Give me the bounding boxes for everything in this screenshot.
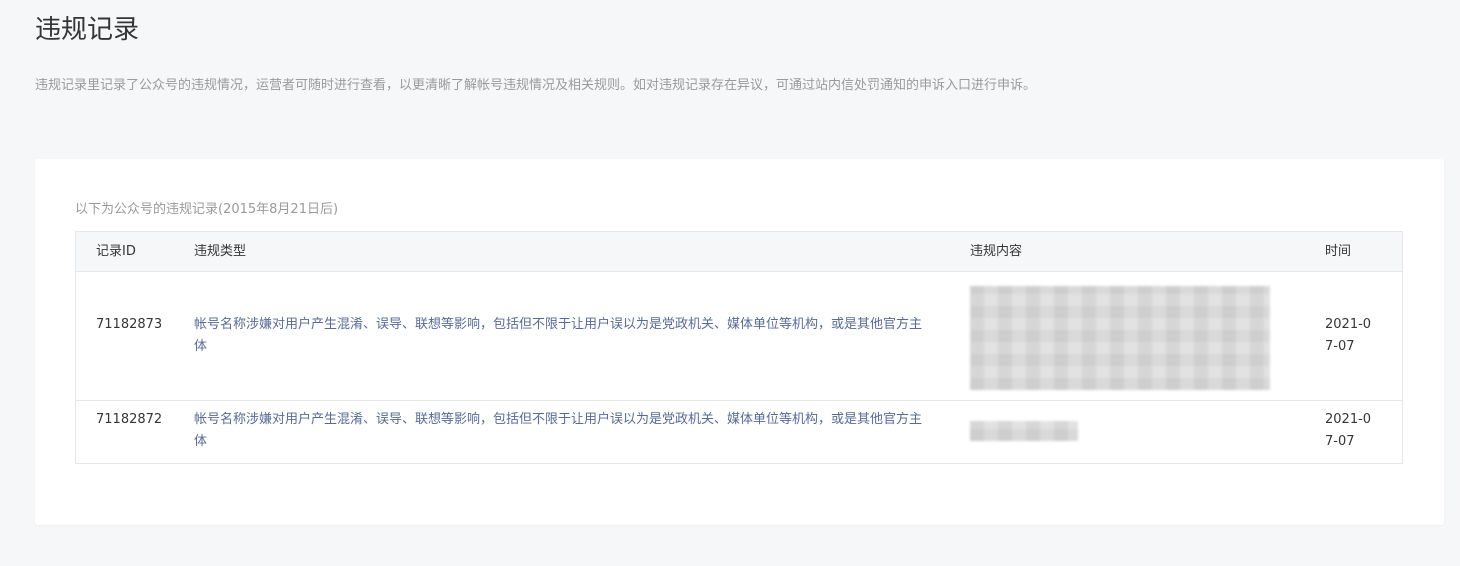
table-row: 71182872 帐号名称涉嫌对用户产生混淆、误导、联想等影响，包括但不限于让用… xyxy=(76,401,1402,463)
record-time: 2021-07-07 xyxy=(1325,317,1372,354)
violation-type-link[interactable]: 帐号名称涉嫌对用户产生混淆、误导、联想等影响，包括但不限于让用户误以为是党政机关… xyxy=(194,409,934,453)
record-id: 71182872 xyxy=(96,412,163,427)
column-header-type: 违规类型 xyxy=(194,244,247,259)
redacted-content-image xyxy=(970,421,1078,441)
table-header: 记录ID 违规类型 违规内容 时间 xyxy=(76,232,1402,272)
page-description: 违规记录里记录了公众号的违规情况，运营者可随时进行查看，以更清晰了解帐号违规情况… xyxy=(35,78,1037,93)
violation-type-link[interactable]: 帐号名称涉嫌对用户产生混淆、误导、联想等影响，包括但不限于让用户误以为是党政机关… xyxy=(194,314,934,358)
redacted-content-image xyxy=(970,286,1270,390)
violation-table: 记录ID 违规类型 违规内容 时间 71182873 帐号名称涉嫌对用户产生混淆… xyxy=(75,231,1403,464)
violation-records-card: 以下为公众号的违规记录(2015年8月21日后) 记录ID 违规类型 违规内容 … xyxy=(35,159,1444,525)
page-title: 违规记录 xyxy=(35,15,140,45)
record-time: 2021-07-07 xyxy=(1325,412,1372,449)
column-header-id: 记录ID xyxy=(96,244,136,259)
column-header-content: 违规内容 xyxy=(970,244,1023,259)
records-caption: 以下为公众号的违规记录(2015年8月21日后) xyxy=(75,202,339,217)
column-header-time: 时间 xyxy=(1325,244,1352,259)
record-id: 71182873 xyxy=(96,317,163,332)
table-row: 71182873 帐号名称涉嫌对用户产生混淆、误导、联想等影响，包括但不限于让用… xyxy=(76,272,1402,401)
